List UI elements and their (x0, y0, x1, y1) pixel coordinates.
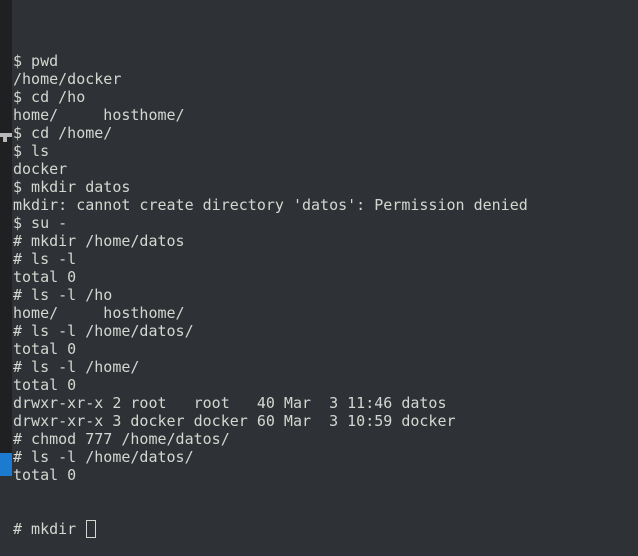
terminal-line: # chmod 777 /home/datos/ (13, 430, 230, 448)
left-gutter (0, 0, 12, 476)
terminal-line: # ls -l /home/ (13, 358, 140, 376)
terminal-line: $ ls (13, 142, 50, 160)
terminal-line: # ls -l /home/datos/ (13, 448, 194, 466)
terminal-line: # ls -l (13, 250, 77, 268)
terminal-line: drwxr-xr-x 2 root root 40 Mar 3 11:46 da… (13, 394, 447, 412)
terminal-line: total 0 (13, 376, 77, 394)
terminal-cursor (86, 520, 97, 538)
terminal-line: total 0 (13, 466, 77, 484)
terminal-line: $ pwd (13, 52, 59, 70)
terminal-line: $ cd /ho (13, 88, 86, 106)
terminal-line: $ mkdir datos (13, 178, 131, 196)
terminal-output[interactable]: $ pwd/home/docker $ cd /ho home/ hosthome/… (13, 16, 528, 556)
scroll-marker-stem (3, 133, 7, 142)
terminal-line: # mkdir /home/datos (13, 232, 185, 250)
terminal-line: $ su - (13, 214, 68, 232)
terminal-line: docker (13, 160, 68, 178)
terminal-line: total 0 (13, 268, 77, 286)
terminal-prompt-line[interactable]: # mkdir (13, 520, 528, 538)
terminal-line: /home/docker (13, 70, 122, 88)
terminal-line: $ cd /home/ (13, 124, 113, 142)
terminal-line: home/ hosthome/ (13, 304, 185, 322)
prompt-text: # mkdir (13, 520, 86, 538)
terminal-line: mkdir: cannot create directory 'datos': … (13, 196, 528, 214)
terminal-line: home/ hosthome/ (13, 106, 185, 124)
terminal-line: total 0 (13, 340, 77, 358)
active-indicator (0, 453, 12, 476)
terminal-line: # ls -l /ho (13, 286, 113, 304)
terminal-line: # ls -l /home/datos/ (13, 322, 194, 340)
terminal-line: drwxr-xr-x 3 docker docker 60 Mar 3 10:5… (13, 412, 456, 430)
